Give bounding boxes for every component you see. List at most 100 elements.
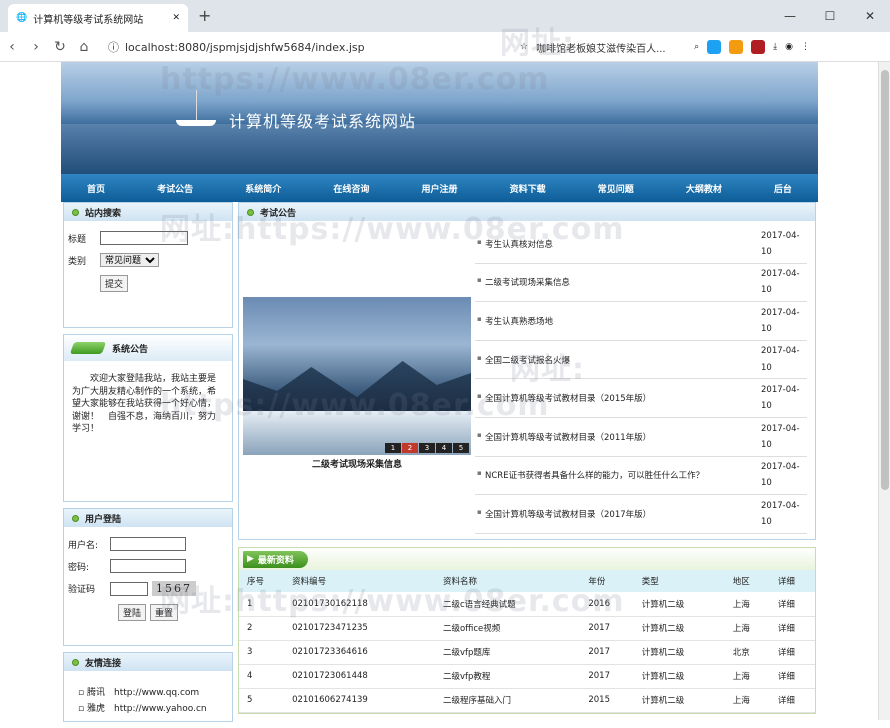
title-input[interactable] xyxy=(100,231,188,245)
announcement-icon xyxy=(69,342,107,354)
menu-icon[interactable]: ⋮ xyxy=(801,42,810,52)
link-item[interactable]: ▫ 雅虎 http://www.yahoo.cn xyxy=(78,701,218,717)
extension-red-icon[interactable] xyxy=(751,40,766,54)
slider-page[interactable]: 4 xyxy=(436,443,452,453)
menu-faq[interactable]: 常见问题 xyxy=(598,182,634,195)
type-select[interactable]: 常见问题 xyxy=(100,253,159,267)
extension-blue-icon[interactable] xyxy=(707,40,722,54)
password-label: 密码: xyxy=(68,562,90,573)
news-title[interactable]: 二级考试现场采集信息 xyxy=(475,276,761,288)
col-region: 地区 xyxy=(724,570,770,592)
username-row: 用户名: xyxy=(68,537,228,551)
resources-table: 序号 资料编号 资料名称 年份 类型 地区 详细 1 02101730162118… xyxy=(239,570,815,713)
exam-heading: 考试公告 xyxy=(239,203,815,221)
detail-link[interactable]: 详细 xyxy=(769,592,815,617)
toolbar-right: ☆ 咖啡馆老板娘艾滋传染百人... ⌕ ⤓ ◉ ⋮ xyxy=(520,36,810,58)
menu-exam-notice[interactable]: 考试公告 xyxy=(157,182,193,195)
login-button[interactable]: 登陆 xyxy=(118,604,147,621)
cell: 计算机二级 xyxy=(633,688,725,713)
cell: 2 xyxy=(239,616,285,641)
slider-page[interactable]: 1 xyxy=(385,443,401,453)
slider-page[interactable]: 5 xyxy=(453,443,469,453)
maximize-icon[interactable]: ☐ xyxy=(810,0,850,32)
slider-page[interactable]: 3 xyxy=(419,443,435,453)
cell: 二级c语言经典试题 xyxy=(434,592,581,617)
menu-about[interactable]: 系统简介 xyxy=(245,182,281,195)
cell: 02101606274139 xyxy=(284,688,435,713)
info-icon: ⓘ xyxy=(108,41,119,54)
detail-link[interactable]: 详细 xyxy=(769,688,815,713)
url-text: localhost:8080/jspmjsjdjshfw5684/index.j… xyxy=(125,40,365,54)
news-date: 2017-04-10 xyxy=(761,423,800,450)
slider-caption[interactable]: 二级考试现场采集信息 xyxy=(243,457,471,470)
news-title[interactable]: 全国二级考试报名火爆 xyxy=(475,354,761,366)
search-heading: 站内搜索 xyxy=(64,203,232,221)
address-bar[interactable]: ⓘ localhost:8080/jspmjsjdjshfw5684/index… xyxy=(108,36,508,58)
submit-button[interactable]: 提交 xyxy=(100,275,129,292)
bookmark-link[interactable]: 咖啡馆老板娘艾滋传染百人... xyxy=(536,40,686,55)
detail-link[interactable]: 详细 xyxy=(769,664,815,689)
close-icon[interactable]: ✕ xyxy=(172,13,180,23)
play-icon: ▶ xyxy=(247,554,254,564)
extension-orange-icon[interactable] xyxy=(729,40,744,54)
news-title[interactable]: 全国计算机等级考试教材目录（2011年版） xyxy=(475,431,761,443)
news-title[interactable]: 全国计算机等级考试教材目录（2015年版） xyxy=(475,392,761,404)
back-icon[interactable]: ‹ xyxy=(0,39,24,55)
password-row: 密码: xyxy=(68,559,228,573)
reset-button[interactable]: 重置 xyxy=(150,604,179,621)
password-input[interactable] xyxy=(110,559,186,573)
profile-icon[interactable]: ◉ xyxy=(785,42,793,52)
slider-mountains xyxy=(243,361,471,415)
detail-link[interactable]: 详细 xyxy=(769,616,815,641)
news-title[interactable]: 全国计算机等级考试教材目录（2017年版） xyxy=(475,508,761,520)
cell: 02101723061448 xyxy=(284,664,435,689)
main-menu: 首页 考试公告 系统简介 在线咨询 用户注册 资料下载 常见问题 大纲教材 后台 xyxy=(61,174,818,202)
minimize-icon[interactable]: — xyxy=(770,0,810,32)
news-title[interactable]: 考生认真熟悉场地 xyxy=(475,315,761,327)
bullet-icon xyxy=(72,658,79,666)
search-icon[interactable]: ⌕ xyxy=(694,42,699,52)
cell: 计算机二级 xyxy=(633,664,725,689)
cell: 1 xyxy=(239,592,285,617)
detail-link[interactable]: 详细 xyxy=(769,640,815,665)
cell: 2016 xyxy=(580,592,634,617)
captcha-input[interactable] xyxy=(110,581,148,596)
table-row: 4 02101723061448 二级vfp教程 2017 计算机二级 上海 详细 xyxy=(239,664,815,689)
globe-icon: 🌐 xyxy=(16,13,28,23)
cell: 3 xyxy=(239,640,285,665)
link-url: http://www.qq.com xyxy=(114,688,200,698)
captcha-image[interactable]: 1567 xyxy=(152,581,196,596)
menu-admin[interactable]: 后台 xyxy=(774,182,792,195)
slider-page-active[interactable]: 2 xyxy=(402,443,418,453)
image-slider[interactable]: 1 2 3 4 5 xyxy=(243,297,471,455)
bullet-icon xyxy=(247,208,254,216)
link-item[interactable]: ▫ 腾讯 http://www.qq.com xyxy=(78,685,218,701)
cell: 02101723471235 xyxy=(284,616,435,641)
username-input[interactable] xyxy=(110,537,186,551)
news-title[interactable]: NCRE证书获得者具备什么样的能力，可以胜任什么工作？ xyxy=(475,469,761,481)
star-icon[interactable]: ☆ xyxy=(520,42,528,52)
resources-box: ▶ 最新资料 序号 资料编号 资料名称 年份 类型 地区 详细 1 02101730… xyxy=(238,547,816,714)
menu-download[interactable]: 资料下载 xyxy=(510,182,546,195)
scrollbar-thumb[interactable] xyxy=(881,70,889,490)
new-tab-icon[interactable]: + xyxy=(198,6,211,25)
window-close-icon[interactable]: ✕ xyxy=(850,0,890,32)
forward-icon[interactable]: › xyxy=(24,39,48,55)
page-scrollbar[interactable] xyxy=(878,62,890,720)
menu-syllabus[interactable]: 大纲教材 xyxy=(686,182,722,195)
reload-icon[interactable]: ↻ xyxy=(48,39,72,55)
link-name: 雅虎 xyxy=(86,704,105,714)
home-icon[interactable]: ⌂ xyxy=(72,39,96,55)
search-heading-text: 站内搜索 xyxy=(85,208,122,219)
browser-tab[interactable]: 🌐 计算机等级考试系统网站 ✕ xyxy=(8,4,188,32)
cell: 二级vfp教程 xyxy=(434,664,581,689)
col-detail: 详细 xyxy=(769,570,815,592)
news-title[interactable]: 考生认真核对信息 xyxy=(475,238,761,250)
menu-consult[interactable]: 在线咨询 xyxy=(333,182,369,195)
search-type-row: 类别 常见问题 xyxy=(68,253,228,267)
menu-register[interactable]: 用户注册 xyxy=(421,182,457,195)
download-icon[interactable]: ⤓ xyxy=(773,42,777,52)
menu-home[interactable]: 首页 xyxy=(87,182,105,195)
search-box: 站内搜索 标题 类别 常见问题 提交 xyxy=(63,202,233,328)
cell: 4 xyxy=(239,664,285,689)
